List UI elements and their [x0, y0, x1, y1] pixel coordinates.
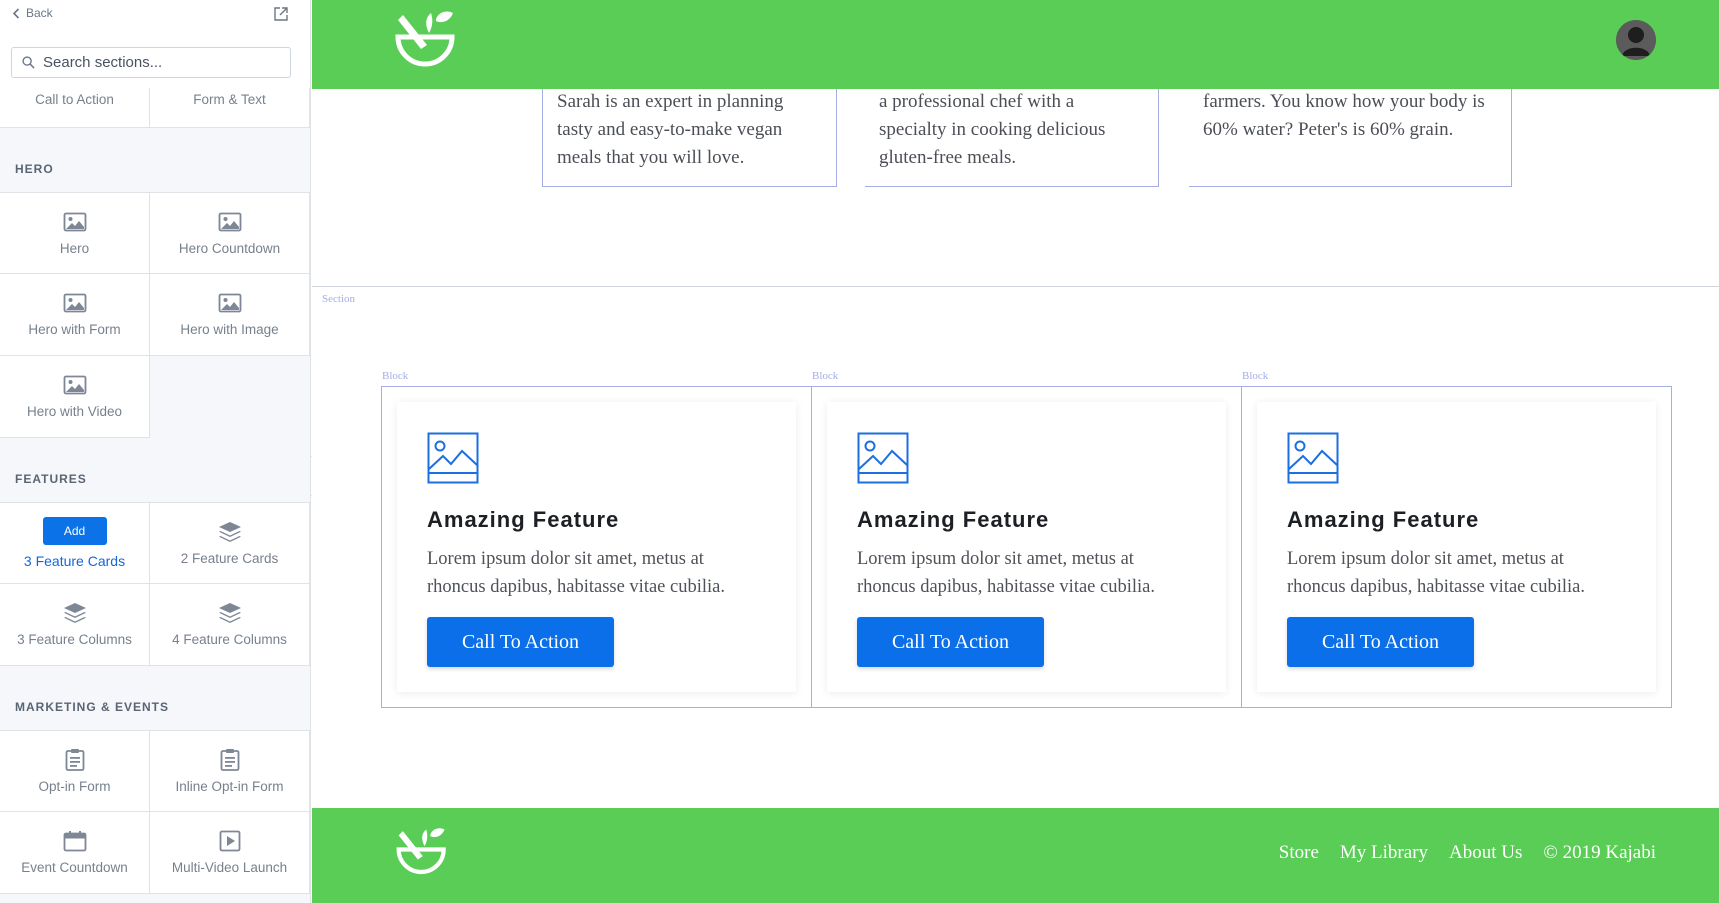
hero-grid: Hero Hero Countdown Hero with Form Hero … [0, 192, 310, 438]
category-heading-features: FEATURES [15, 472, 87, 486]
partial-row: Call to Action Form & Text [0, 88, 310, 128]
team-member-bio: a professional chef with a specialty in … [865, 84, 1159, 187]
copyright-text: © 2019 Kajabi [1543, 842, 1656, 863]
site-header [312, 0, 1719, 89]
section-tile-2-feature-cards[interactable]: 2 Feature Cards [150, 502, 310, 584]
tile-label: Hero with Image [180, 322, 279, 337]
section-tile-3-feature-columns[interactable]: 3 Feature Columns [0, 584, 150, 666]
chevron-left-icon [12, 7, 20, 19]
tile-label: Inline Opt-in Form [175, 778, 284, 794]
block-label: Block [1242, 370, 1269, 382]
footer-nav: Store My Library About Us © 2019 Kajabi [1279, 842, 1656, 864]
block-label: Block [382, 370, 409, 382]
category-heading-hero: HERO [15, 162, 54, 176]
image-icon [857, 432, 909, 484]
section-label: Section [322, 293, 355, 305]
section-tile-hero-with-video[interactable]: Hero with Video [0, 356, 150, 438]
search-box [11, 47, 291, 78]
section-tile-hero[interactable]: Hero [0, 192, 150, 274]
layers-icon [63, 602, 87, 624]
category-heading-marketing-events: MARKETING & EVENTS [15, 700, 170, 714]
section-tile-opt-in-form[interactable]: Opt-in Form [0, 730, 150, 812]
feature-title: Amazing Feature [857, 507, 1050, 532]
sidebar-header: Back [0, 0, 310, 88]
video-icon [218, 830, 242, 852]
tile-label: Multi-Video Launch [171, 860, 288, 875]
tile-label: Hero [59, 240, 90, 256]
back-label: Back [26, 6, 53, 20]
image-icon [63, 374, 87, 396]
image-icon [63, 292, 87, 314]
clipboard-icon [63, 749, 87, 771]
footer-link-my-library[interactable]: My Library [1340, 842, 1428, 864]
search-icon [22, 56, 35, 69]
feature-description: Lorem ipsum dolor sit amet, metus at rho… [857, 549, 1155, 597]
call-to-action-button[interactable]: Call To Action [1287, 617, 1474, 667]
feature-card: Amazing Feature Lorem ipsum dolor sit am… [397, 402, 796, 692]
section-tile-call-to-action[interactable]: Call to Action [0, 88, 150, 128]
feature-title: Amazing Feature [1287, 507, 1480, 532]
section-tile-multi-video-launch[interactable]: Multi-Video Launch [150, 812, 310, 894]
tile-label: 3 Feature Columns [17, 632, 132, 647]
section-tile-4-feature-columns[interactable]: 4 Feature Columns [150, 584, 310, 666]
feature-block[interactable]: Amazing Feature Lorem ipsum dolor sit am… [811, 386, 1242, 708]
features-grid: Add 3 Feature Cards 2 Feature Cards 3 Fe… [0, 502, 310, 666]
page-preview: Sarah is an expert in planning tasty and… [312, 0, 1719, 903]
tile-label: Hero with Form [28, 322, 121, 337]
section-tile-form-text[interactable]: Form & Text [150, 88, 310, 128]
call-to-action-button[interactable]: Call To Action [427, 617, 614, 667]
image-icon [218, 292, 242, 314]
search-input[interactable] [43, 54, 273, 71]
brand-logo[interactable] [395, 10, 457, 70]
section-tile-3-feature-cards[interactable]: Add 3 Feature Cards [0, 502, 150, 584]
empty-cell [150, 356, 310, 438]
tile-label: 4 Feature Columns [172, 632, 287, 647]
marketing-grid: Opt-in Form Inline Opt-in Form Event Cou… [0, 730, 310, 894]
tile-label: Call to Action [35, 92, 114, 107]
image-icon [218, 211, 242, 233]
back-button[interactable]: Back [12, 6, 53, 20]
section-tile-hero-with-form[interactable]: Hero with Form [0, 274, 150, 356]
team-member-bio: Sarah is an expert in planning tasty and… [542, 84, 837, 187]
section-tile-inline-opt-in-form[interactable]: Inline Opt-in Form [150, 730, 310, 812]
tile-label: Hero Countdown [178, 240, 281, 256]
layers-icon [218, 602, 242, 624]
site-footer: Store My Library About Us © 2019 Kajabi [312, 808, 1719, 903]
footer-logo[interactable] [396, 827, 448, 877]
feature-description: Lorem ipsum dolor sit amet, metus at rho… [427, 549, 725, 597]
section-tile-event-countdown[interactable]: Event Countdown [0, 812, 150, 894]
call-to-action-button[interactable]: Call To Action [857, 617, 1044, 667]
image-icon [427, 432, 479, 484]
layers-icon [218, 521, 242, 543]
section-tile-hero-countdown[interactable]: Hero Countdown [150, 192, 310, 274]
section-sidebar: Back Call to Action Form & Text HERO Her… [0, 0, 311, 903]
feature-block[interactable]: Amazing Feature Lorem ipsum dolor sit am… [1241, 386, 1672, 708]
team-member-bio: farmers. You know how your body is 60% w… [1189, 84, 1512, 187]
tile-label: 3 Feature Cards [23, 553, 126, 569]
section-tile-hero-with-image[interactable]: Hero with Image [150, 274, 310, 356]
external-link-icon[interactable] [273, 6, 289, 22]
tile-label: Opt-in Form [38, 778, 111, 794]
calendar-icon [63, 830, 87, 852]
footer-link-about-us[interactable]: About Us [1449, 842, 1522, 864]
feature-block[interactable]: Amazing Feature Lorem ipsum dolor sit am… [381, 386, 812, 708]
feature-title: Amazing Feature [427, 507, 620, 532]
image-icon [1287, 432, 1339, 484]
tile-label: Event Countdown [21, 860, 128, 875]
feature-description: Lorem ipsum dolor sit amet, metus at rho… [1287, 549, 1585, 597]
tile-label: Hero with Video [26, 404, 123, 419]
section-divider [312, 286, 1719, 287]
add-button[interactable]: Add [42, 517, 107, 545]
clipboard-icon [218, 749, 242, 771]
user-avatar[interactable] [1616, 20, 1656, 60]
block-label: Block [812, 370, 839, 382]
feature-card: Amazing Feature Lorem ipsum dolor sit am… [827, 402, 1226, 692]
tile-label: 2 Feature Cards [180, 550, 279, 566]
section-list: Call to Action Form & Text HERO Hero Her… [0, 88, 310, 894]
footer-link-store[interactable]: Store [1279, 842, 1319, 864]
feature-card: Amazing Feature Lorem ipsum dolor sit am… [1257, 402, 1656, 692]
tile-label: Form & Text [193, 92, 266, 107]
image-icon [63, 211, 87, 233]
